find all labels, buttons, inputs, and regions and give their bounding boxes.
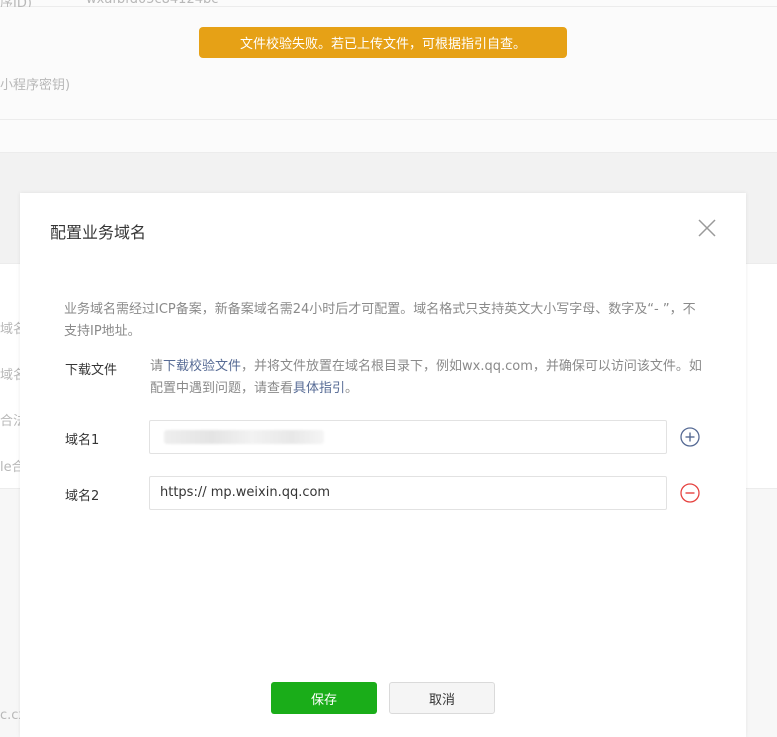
domain-2-value: https:// mp.weixin.qq.com [160, 485, 331, 500]
add-domain-button[interactable] [680, 427, 700, 447]
redacted-blur [164, 430, 324, 444]
dialog-description: 业务域名需经过ICP备案，新备案域名需24小时后才可配置。域名格式只支持英文大小… [64, 302, 696, 339]
error-toast: 文件校验失败。若已上传文件，可根据指引自查。 [199, 27, 567, 58]
domain-2-input[interactable]: https:// mp.weixin.qq.com [149, 476, 667, 510]
plus-circle-icon [680, 427, 700, 447]
toast-message: 文件校验失败。若已上传文件，可根据指引自查。 [239, 37, 526, 52]
minus-circle-icon [680, 483, 700, 503]
dialog-title: 配置业务域名 [50, 223, 147, 242]
download-description: 请下载校验文件，并将文件放置在域名根目录下，例如wx.qq.com，并确保可以访… [150, 356, 710, 400]
bg-row-secret [0, 7, 777, 120]
bg-row-empty [0, 120, 777, 153]
cancel-button[interactable]: 取消 [389, 682, 495, 714]
domain-1-input[interactable] [149, 420, 667, 454]
domain-1-label: 域名1 [65, 433, 100, 448]
bg-secret-label: 小程序密钥) [0, 78, 71, 93]
page-root: 序ID) wxafbfd05c84124bc 小程序密钥) 域名 域名 合法 l… [0, 0, 777, 737]
close-button[interactable] [696, 217, 718, 239]
download-text-suffix: 。 [345, 381, 359, 396]
save-button[interactable]: 保存 [271, 682, 377, 714]
guide-link[interactable]: 具体指引 [293, 381, 345, 396]
close-icon [698, 219, 716, 237]
domain-2-label: 域名2 [65, 489, 100, 504]
remove-domain-button[interactable] [680, 483, 700, 503]
config-domain-dialog: 配置业务域名 业务域名需经过ICP备案，新备案域名需24小时后才可配置。域名格式… [20, 193, 746, 737]
download-label: 下载文件 [65, 363, 118, 378]
download-text-prefix: 请 [150, 359, 164, 374]
bg-appid-value: wxafbfd05c84124bc [86, 0, 218, 7]
download-check-file-link[interactable]: 下载校验文件 [163, 359, 241, 374]
